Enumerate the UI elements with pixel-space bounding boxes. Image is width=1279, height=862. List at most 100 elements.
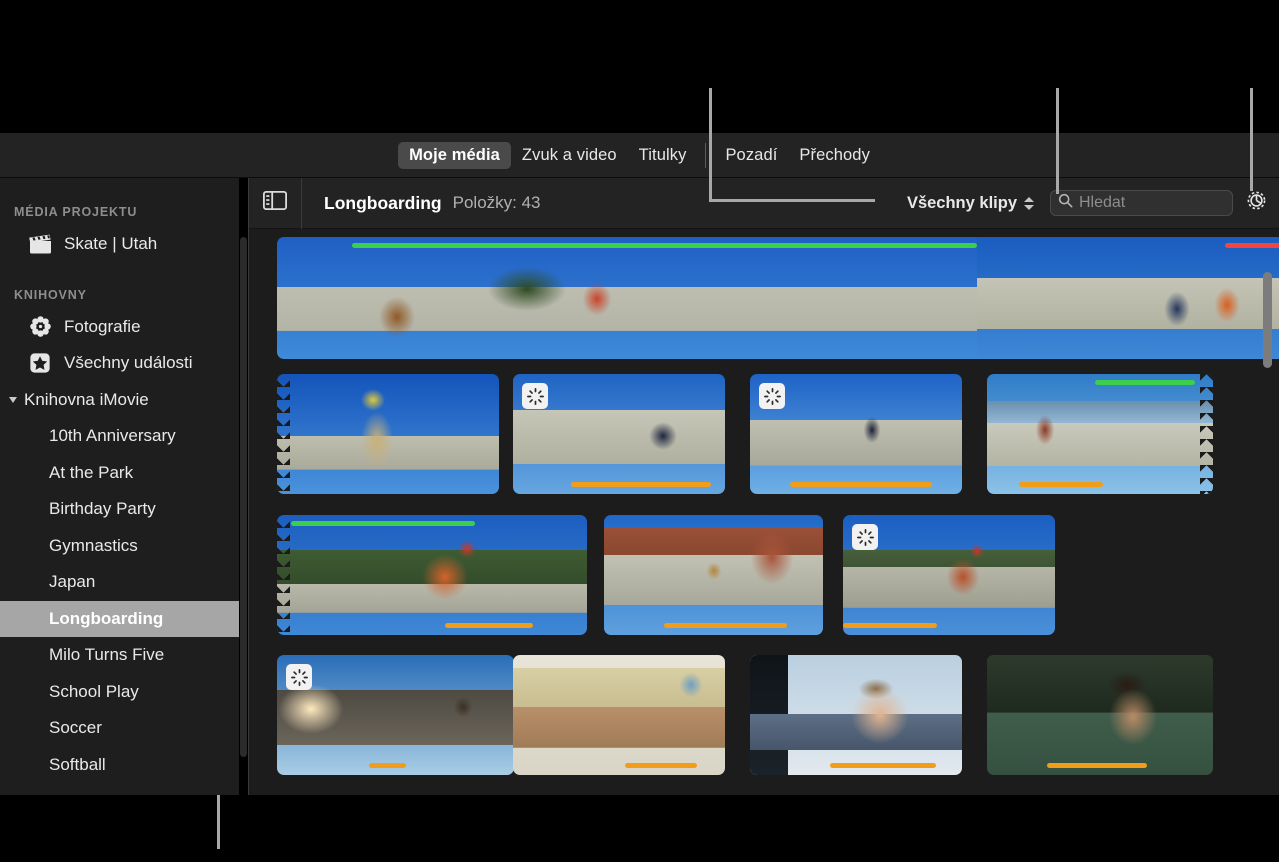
clip-thumbnail [987,374,1213,494]
sidebar-item-label: Gymnastics [49,535,138,555]
sidebar-item-soccer[interactable]: Soccer [0,710,239,747]
photos-flower-icon [26,315,54,338]
clip-grid [249,229,1279,795]
sidebar-item-vsechny-udalosti[interactable]: Všechny události [0,345,239,382]
rejected-bar [1225,243,1279,248]
clip-row2-c[interactable] [750,374,962,494]
clip-row1-a[interactable] [277,237,977,359]
clip-thumbnail [277,655,514,775]
clip-row3-c[interactable] [843,515,1055,635]
libraries-sidebar[interactable]: MÉDIA PROJEKTU Skate | Utah KNIHOVNY Fot… [0,178,239,795]
chevron-down-icon[interactable] [9,396,17,403]
sidebar-item-longboarding[interactable]: Longboarding [0,600,239,637]
keyword-bar [830,763,936,768]
filmstrip-torn-edge [277,374,290,494]
clip-row3-a[interactable] [277,515,587,635]
sidebar-item-label: Všechny události [64,353,193,373]
favorite-bar [352,243,977,248]
clip-filter-popup[interactable]: Všechny klipy [907,194,1034,213]
clip-thumbnail [277,237,977,359]
callout-line-filter-horizontal [709,199,875,202]
clip-thumbnail [277,515,587,635]
browser-scrollbar[interactable] [1263,272,1272,368]
clip-thumbnail [277,374,499,494]
spinner-badge-icon [286,664,312,690]
sidebar-toggle-button[interactable] [249,177,302,229]
media-browser[interactable] [249,229,1279,795]
sidebar-section-header-project-media: MÉDIA PROJEKTU [14,205,138,219]
clip-thumbnail [977,237,1279,359]
browser-title: Longboarding [324,192,442,213]
callout-line-gear [1250,88,1253,191]
keyword-bar [1047,763,1147,768]
search-icon [1058,193,1073,213]
settings-button[interactable] [1233,178,1279,229]
sidebar-item-label: Skate | Utah [64,234,158,254]
clapperboard-icon [26,234,54,254]
tab-moje-media[interactable]: Moje média [398,141,511,169]
sidebar-item-label: At the Park [49,462,134,482]
tab-separator [705,142,707,168]
search-field[interactable] [1050,190,1233,216]
sidebar-item-at-the-park[interactable]: At the Park [0,455,239,492]
keyword-bar [625,763,697,768]
clip-row4-b[interactable] [513,655,725,775]
star-square-icon [26,352,54,374]
sidebar-item-label: Birthday Party [49,499,156,519]
favorite-bar [291,521,475,526]
keyword-bar [445,623,533,628]
clip-thumbnail [513,655,725,775]
sidebar-item-label: 10th Anniversary [49,426,176,446]
keyword-bar [571,482,711,487]
sidebar-item-skate-utah[interactable]: Skate | Utah [0,226,239,263]
clip-filter-value: Všechny klipy [906,193,1017,212]
sidebar-item-japan[interactable]: Japan [0,564,239,601]
filmstrip-torn-edge [277,515,290,635]
stepper-updown-icon[interactable] [1024,196,1034,210]
sidebar-toggle-icon [262,190,288,215]
clip-row2-a[interactable] [277,374,499,494]
sidebar-item-label: Softball [49,754,106,774]
sidebar-item-label: Milo Turns Five [49,645,165,665]
tab-prechody[interactable]: Přechody [788,142,881,169]
sidebar-item-knihovna-imovie[interactable]: Knihovna iMovie [0,382,239,419]
clip-row4-d[interactable] [987,655,1213,775]
keyword-bar [790,482,932,487]
sidebar-item-10th-anniversary[interactable]: 10th Anniversary [0,418,239,455]
sidebar-item-label: School Play [49,681,139,701]
clip-row2-b[interactable] [513,374,725,494]
sidebar-item-fotografie[interactable]: Fotografie [0,309,239,346]
spinner-badge-icon [852,524,878,550]
sidebar-item-milo-turns-five[interactable]: Milo Turns Five [0,637,239,674]
clip-row1-b[interactable] [977,237,1279,359]
tab-zvuk-a-video[interactable]: Zvuk a video [511,142,628,169]
imovie-window: Moje média Zvuk a video Titulky Pozadí P… [0,0,1279,862]
callout-line-filter-vertical [709,88,712,201]
clip-row4-a[interactable] [277,655,514,775]
keyword-bar [1019,482,1103,487]
sidebar-item-school-play[interactable]: School Play [0,674,239,711]
clip-row3-b[interactable] [604,515,823,635]
search-input[interactable] [1079,194,1225,212]
tab-titulky[interactable]: Titulky [628,142,698,169]
sidebar-item-label: Longboarding [49,608,164,628]
favorite-bar [1095,380,1195,385]
media-tab-bar: Moje média Zvuk a video Titulky Pozadí P… [0,133,1279,178]
sidebar-item-birthday-party[interactable]: Birthday Party [0,491,239,528]
clip-row4-c[interactable] [750,655,962,775]
callout-line-search [1056,88,1059,194]
clip-thumbnail [750,655,962,775]
sidebar-item-gymnastics[interactable]: Gymnastics [0,528,239,565]
tab-list: Moje média Zvuk a video Titulky Pozadí P… [398,141,881,169]
sidebar-item-label: Soccer [49,718,102,738]
clip-thumbnail [604,515,823,635]
sidebar-item-softball[interactable]: Softball [0,747,239,784]
gear-icon [1243,187,1270,219]
sidebar-scrollbar[interactable] [240,237,247,757]
spinner-badge-icon [759,383,785,409]
sidebar-item-label: Japan [49,572,96,592]
keyword-bar [843,623,937,628]
clip-row2-d[interactable] [987,374,1213,494]
tab-pozadi[interactable]: Pozadí [714,142,788,169]
callout-line-sidebar [217,795,220,849]
